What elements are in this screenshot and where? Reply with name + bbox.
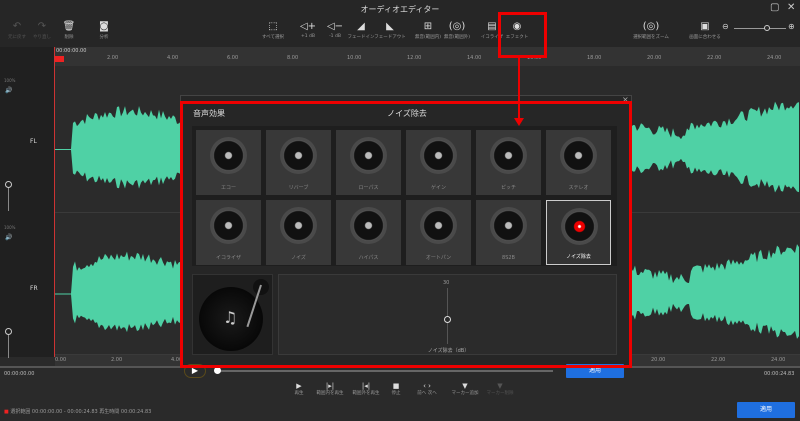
zoom-slider-track [734,28,786,29]
ruler-tick-label: 14.00 [467,55,482,61]
playhead-line [54,47,55,357]
playback-label: 範囲内を再生 [316,391,344,396]
ruler-tick-label: 20.00 [647,55,662,61]
select-all-icon: ⬚ [268,21,278,32]
playback-button-marker-add[interactable]: ▼ マーカー追加 [445,382,485,396]
toolbar-label: すべて選択 [261,35,284,40]
ruler-tick-label: 22.00 [707,55,722,61]
bottom-ruler-tick: 22.00 [711,357,726,363]
analyze-icon: ◙ [99,21,109,32]
title-bar: オーディオエディター ▢ ✕ [0,0,800,18]
channel-label-fr: FR [30,285,38,292]
silence-outside-icon: (◎) [448,21,466,32]
fade-out-icon: ◣ [386,21,394,32]
toolbar-label: 無音(範囲外) [443,35,470,40]
ruler-tick-label: 12.00 [407,55,422,61]
toolbar-label: フェードアウト [374,35,406,40]
toolbar-button-trash[interactable]: 🗑 削除 [49,20,89,40]
maximize-icon[interactable]: ▢ [770,2,779,13]
speaker-icon[interactable]: 🔊 [5,87,12,94]
trash-icon: 🗑 [62,21,76,32]
bottom-ruler-tick: 20.00 [651,357,666,363]
toolbar: ↶ 元に戻す ↷ やり直し 🗑 削除 ◙ 分析 ⬚ すべて選択 ◁+ +1 dB ◁− -1 dB ◢ フェー… [0,18,800,48]
zoom-slider[interactable]: ⊖ ⊕ [722,22,795,32]
apply-button[interactable]: 適用 [737,402,795,418]
playback-button-marker-delete[interactable]: ▼ マーカー削除 [480,382,520,396]
volume-slider-thumb[interactable] [5,328,12,335]
time-ruler[interactable]: 00:00:00.00 2.00 4.00 6.00 8.00 10.00 12.00 14… [55,47,800,66]
end-time: 00:00:24.83 [764,371,795,377]
toolbar-label: 分析 [99,35,109,40]
ruler-tick-label: 8.00 [287,55,299,61]
toolbar-button-silence-outside[interactable]: (◎) 無音(範囲外) [437,20,477,40]
preview-progress-thumb[interactable] [214,367,221,374]
playback-button-prev-next[interactable]: ‹ › 前へ 次へ [407,382,447,396]
zoom-out-icon[interactable]: ⊖ [722,22,729,31]
highlight-arrow [518,58,520,120]
channel-label-fl: FL [30,138,37,145]
ruler-tick-label: 18.00 [587,55,602,61]
status-text: ■ 選択範囲 00:00:00.00 - 00:00:24.83 再生時間 00… [4,408,151,415]
toolbar-button-zoom-selection[interactable]: (◎) 選択範囲をズーム [631,20,671,40]
toolbar-label: 削除 [64,35,74,40]
bottom-ruler-tick: 24.00 [771,357,786,363]
playback-label: 前へ 次へ [417,391,437,396]
toolbar-button-analyze[interactable]: ◙ 分析 [84,20,124,40]
playhead-marker[interactable] [55,56,64,62]
volume-slider-track[interactable] [8,186,9,211]
zoom-slider-thumb[interactable] [764,25,770,31]
volume-slider-thumb[interactable] [5,181,12,188]
ruler-tick-label: 24.00 [767,55,782,61]
toolbar-button-fade-out[interactable]: ◣ フェードアウト [370,20,410,40]
start-time: 00:00:00.00 [4,371,35,377]
toolbar-button-fit-screen[interactable]: ▣ 画面に合わせる [685,20,725,40]
fit-screen-icon: ▣ [700,21,710,32]
track-volume-label: 100% [4,225,16,230]
marker-delete-icon: ▼ [497,382,503,390]
track-volume-label: 100% [4,78,16,83]
ruler-start-time: 00:00:00.00 [56,48,87,54]
volume-slider-track[interactable] [8,333,9,358]
toolbar-label: 画面に合わせる [689,35,721,40]
toolbar-button-select-all[interactable]: ⬚ すべて選択 [253,20,293,40]
speaker-icon[interactable]: 🔊 [5,234,12,241]
ruler-tick-label: 6.00 [227,55,239,61]
play-inside-icon: |▸| [325,382,335,390]
playback-label: マーカー追加 [451,391,479,396]
zoom-in-icon[interactable]: ⊕ [788,22,795,31]
ruler-tick-label: 2.00 [107,55,119,61]
preview-progress[interactable] [215,370,553,372]
highlight-box-dialog [180,101,632,368]
bottom-ruler-tick: 2.00 [111,357,123,363]
playback-button-play-inside[interactable]: |▸| 範囲内を再生 [310,382,350,396]
highlight-box-effect [498,12,547,58]
close-icon[interactable]: ✕ [787,2,795,13]
status-label: 選択範囲 00:00:00.00 - 00:00:24.83 再生時間 00:0… [10,409,152,415]
bottom-ruler-tick: 0.00 [55,357,67,363]
prev-next-icon: ‹ › [423,382,431,390]
marker-add-icon: ▼ [462,382,468,390]
highlight-arrow-head [514,118,524,126]
ruler-tick-label: 4.00 [167,55,179,61]
zoom-selection-icon: (◎) [642,21,660,32]
playback-label: マーカー削除 [486,391,514,396]
ruler-tick-label: 10.00 [347,55,362,61]
window-title: オーディオエディター [360,5,440,14]
toolbar-label: 選択範囲をズーム [633,35,669,40]
